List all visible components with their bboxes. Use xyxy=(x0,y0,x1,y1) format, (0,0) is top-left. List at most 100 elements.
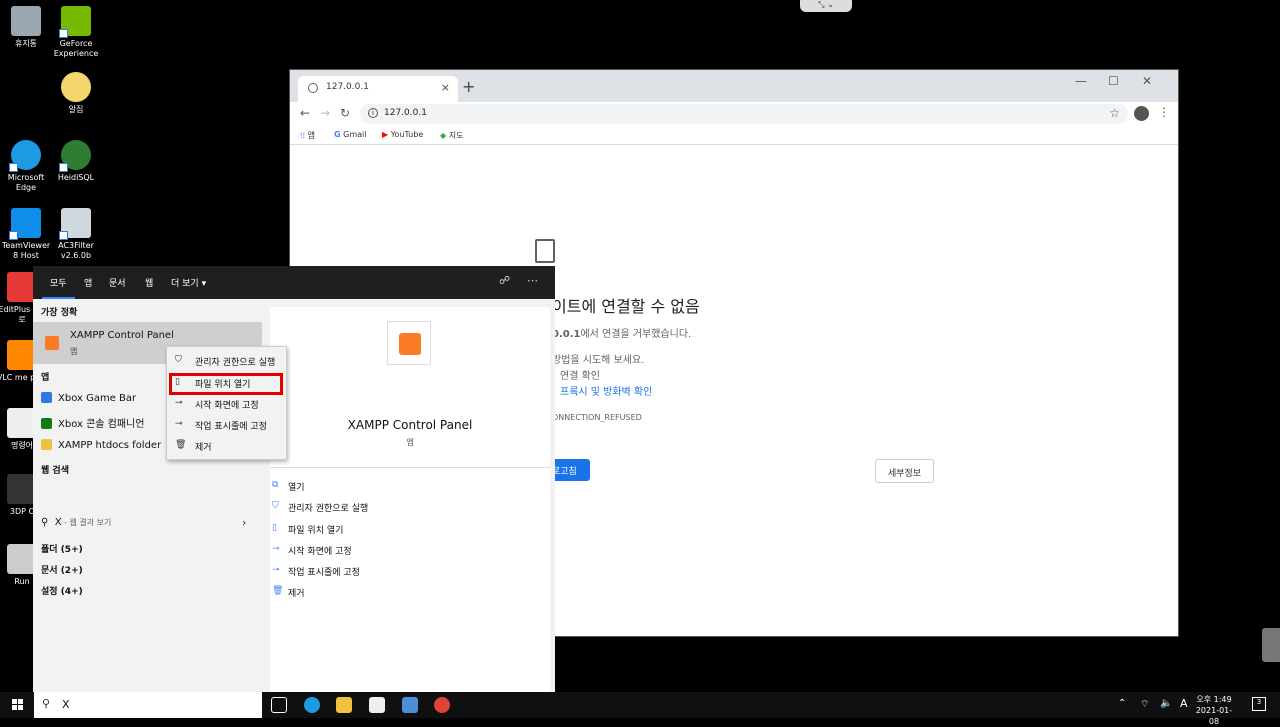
desktop-icon-heidisql[interactable]: HeidiSQL xyxy=(50,140,102,183)
chevron-right-icon[interactable]: › xyxy=(242,516,246,529)
app-label: Xbox Game Bar xyxy=(58,393,137,404)
tab-all[interactable]: 모두 xyxy=(42,276,74,299)
preview-title: XAMPP Control Panel xyxy=(347,418,473,432)
context-pin-to-start[interactable]: 시작 화면에 고정 xyxy=(195,398,259,411)
action-open-file-location[interactable]: ▯ 파일 위치 열기 xyxy=(272,523,343,536)
back-icon[interactable]: ← xyxy=(300,106,310,120)
close-tab-icon[interactable]: × xyxy=(441,81,450,94)
error-tip-proxy-link[interactable]: 프록시 및 방화벽 확인 xyxy=(560,383,652,398)
documents-category[interactable]: 문서 (2+) xyxy=(41,563,83,576)
desktop-icon-alzip[interactable]: 알집 xyxy=(50,72,102,115)
maximize-button[interactable]: ☐ xyxy=(1108,74,1119,88)
preview-type: 앱 xyxy=(406,438,414,447)
settings-category[interactable]: 설정 (4+) xyxy=(41,584,83,597)
file-location-icon: ▯ xyxy=(272,523,277,533)
desktop-icon-recycle-bin[interactable]: 휴지통 xyxy=(0,6,52,49)
xampp-icon xyxy=(45,336,59,350)
details-button[interactable]: 세부정보 xyxy=(875,459,934,483)
start-search-panel: 모두 앱 문서 웹 더 보기 ▾ ☍ ⋯ 가장 정확 XAMPP Control… xyxy=(33,266,555,692)
chevron-up-icon[interactable]: ⌃ xyxy=(1118,698,1126,709)
action-pin-to-taskbar[interactable]: ⊸ 작업 표시줄에 고정 xyxy=(272,565,360,578)
clock[interactable]: 오후 1:49 2021-01-08 xyxy=(1192,694,1236,727)
search-icon: ⚲ xyxy=(42,697,51,710)
notification-center-icon[interactable]: 3 xyxy=(1252,697,1266,711)
bookmark-star-icon[interactable]: ☆ xyxy=(1109,106,1120,120)
folders-category[interactable]: 폴더 (5+) xyxy=(41,542,83,555)
action-run-as-admin[interactable]: ⛉ 관리자 권한으로 실행 xyxy=(272,501,368,514)
minimize-button[interactable]: — xyxy=(1075,74,1087,88)
new-tab-button[interactable]: + xyxy=(462,77,475,96)
volume-icon[interactable]: 🔈 xyxy=(1160,698,1172,709)
chrome-icon[interactable] xyxy=(434,697,450,713)
bookmark-gmail[interactable]: G Gmail xyxy=(334,130,366,139)
taskbar: ⚲ X ⌃ ⌔ 🔈 A 오후 1:49 2021-01-08 3 xyxy=(0,692,1280,726)
url-text: 127.0.0.1 xyxy=(384,108,427,118)
tab-web[interactable]: 웹 xyxy=(145,276,153,289)
chrome-tab[interactable]: 127.0.0.1 × xyxy=(298,76,458,102)
taskbar-search-box[interactable]: ⚲ X xyxy=(34,692,262,718)
chevron-down-icon: ▾ xyxy=(201,279,207,289)
remote-control-bar[interactable]: ⤡ ⌄ xyxy=(800,0,852,12)
desktop-icon-label: 알집 xyxy=(68,105,84,114)
ime-indicator[interactable]: A xyxy=(1180,697,1188,710)
app-xbox-console-companion[interactable]: Xbox 콘솔 컴패니언 xyxy=(41,415,144,430)
desktop-icon-edge[interactable]: Microsoft Edge xyxy=(0,140,52,193)
action-uninstall[interactable]: 🗑 제거 xyxy=(272,586,305,599)
apps-heading: 앱 xyxy=(41,373,50,383)
bookmark-youtube[interactable]: ▶ YouTube xyxy=(382,130,423,139)
search-icon: ⚲ xyxy=(41,517,49,528)
context-uninstall[interactable]: 제거 xyxy=(195,440,212,453)
maps-icon: ◆ xyxy=(440,131,447,140)
info-icon[interactable]: i xyxy=(368,108,378,118)
file-explorer-icon[interactable] xyxy=(336,697,352,713)
forward-icon[interactable]: → xyxy=(320,106,330,120)
context-run-as-admin[interactable]: 관리자 권한으로 실행 xyxy=(195,355,275,368)
reload-icon[interactable]: ↻ xyxy=(340,106,350,120)
mail-icon[interactable] xyxy=(402,697,418,713)
bookmark-apps[interactable]: ⁞⁞ 앱 xyxy=(300,130,315,141)
app-xbox-game-bar[interactable]: Xbox Game Bar xyxy=(41,392,136,404)
desktop-icon-label: HeidiSQL xyxy=(57,173,95,182)
tab-more[interactable]: 더 보기 ▾ xyxy=(171,276,206,289)
desktop-icon-geforce[interactable]: GeForce Experience xyxy=(50,6,102,59)
clock-time: 오후 1:49 xyxy=(1196,695,1232,704)
profile-icon[interactable] xyxy=(1134,106,1149,121)
action-open[interactable]: ⧉ 열기 xyxy=(272,480,305,493)
feedback-icon[interactable]: ☍ xyxy=(499,274,510,287)
app-xampp-htdocs-folder[interactable]: XAMPP htdocs folder xyxy=(41,439,161,451)
web-query-suffix: - 웹 결과 보기 xyxy=(61,518,112,527)
action-label: 열기 xyxy=(288,483,305,493)
xbox-game-bar-icon xyxy=(41,392,52,403)
tab-more-label: 더 보기 xyxy=(171,279,199,289)
address-bar[interactable]: i 127.0.0.1 ☆ xyxy=(360,104,1128,124)
close-window-button[interactable]: ✕ xyxy=(1142,74,1152,88)
task-view-icon[interactable] xyxy=(271,697,287,713)
context-menu: ⛉ 관리자 권한으로 실행 ▯ 파일 위치 열기 ⊸ 시작 화면에 고정 ⊸ 작… xyxy=(166,346,287,460)
error-description: 0.0.1에서 연결을 거부했습니다. xyxy=(552,325,691,340)
bookmark-label: YouTube xyxy=(390,130,424,139)
side-widget[interactable] xyxy=(1262,628,1280,662)
desktop-icon-ac3filter[interactable]: AC3Filter v2.6.0b xyxy=(50,208,102,261)
edge-icon[interactable] xyxy=(304,697,320,713)
web-search-item[interactable]: ⚲ X - 웹 결과 보기 xyxy=(41,517,111,528)
context-pin-to-taskbar[interactable]: 작업 표시줄에 고정 xyxy=(195,419,267,432)
start-button[interactable] xyxy=(12,699,24,711)
desktop-icon-teamviewer[interactable]: TeamViewer 8 Host xyxy=(0,208,52,261)
web-query: X xyxy=(54,517,62,528)
menu-icon[interactable]: ⋮ xyxy=(1158,105,1170,119)
action-pin-to-start[interactable]: ⊸ 시작 화면에 고정 xyxy=(272,544,352,557)
network-icon[interactable]: ⌔ xyxy=(1140,698,1149,711)
store-icon[interactable] xyxy=(369,697,385,713)
reload-button[interactable]: 로고침 xyxy=(552,459,590,481)
tab-documents[interactable]: 문서 xyxy=(109,276,126,289)
error-title: 이트에 연결할 수 없음 xyxy=(552,297,700,316)
youtube-icon: ▶ xyxy=(382,130,389,139)
bookmark-maps[interactable]: ◆ 지도 xyxy=(440,130,463,141)
more-options-icon[interactable]: ⋯ xyxy=(527,274,538,287)
tab-apps[interactable]: 앱 xyxy=(84,276,92,289)
action-label: 시작 화면에 고정 xyxy=(288,547,352,557)
pin-icon: ⊸ xyxy=(175,398,183,408)
google-icon: G xyxy=(334,130,341,139)
shield-icon: ⛉ xyxy=(272,501,279,511)
app-label: XAMPP htdocs folder xyxy=(58,440,162,451)
